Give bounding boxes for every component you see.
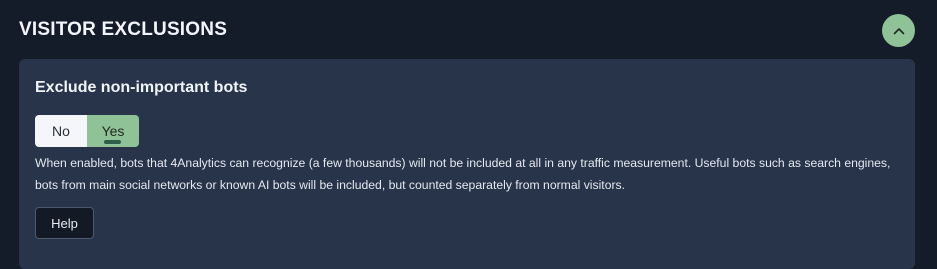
active-indicator [104, 140, 121, 144]
setting-card: Exclude non-important bots No Yes When e… [19, 59, 915, 269]
section-header: VISITOR EXCLUSIONS [0, 0, 937, 58]
setting-description: When enabled, bots that 4Analytics can r… [35, 156, 891, 192]
collapse-section-button[interactable] [882, 14, 915, 47]
toggle-option-no[interactable]: No [35, 115, 87, 147]
chevron-up-icon [893, 27, 904, 34]
section-title: VISITOR EXCLUSIONS [19, 19, 228, 40]
yes-no-toggle: No Yes [35, 115, 139, 147]
toggle-option-yes[interactable]: Yes [87, 115, 139, 147]
setting-title: Exclude non-important bots [35, 79, 248, 96]
toggle-option-yes-label: Yes [101, 123, 125, 139]
help-button[interactable]: Help [35, 207, 94, 239]
